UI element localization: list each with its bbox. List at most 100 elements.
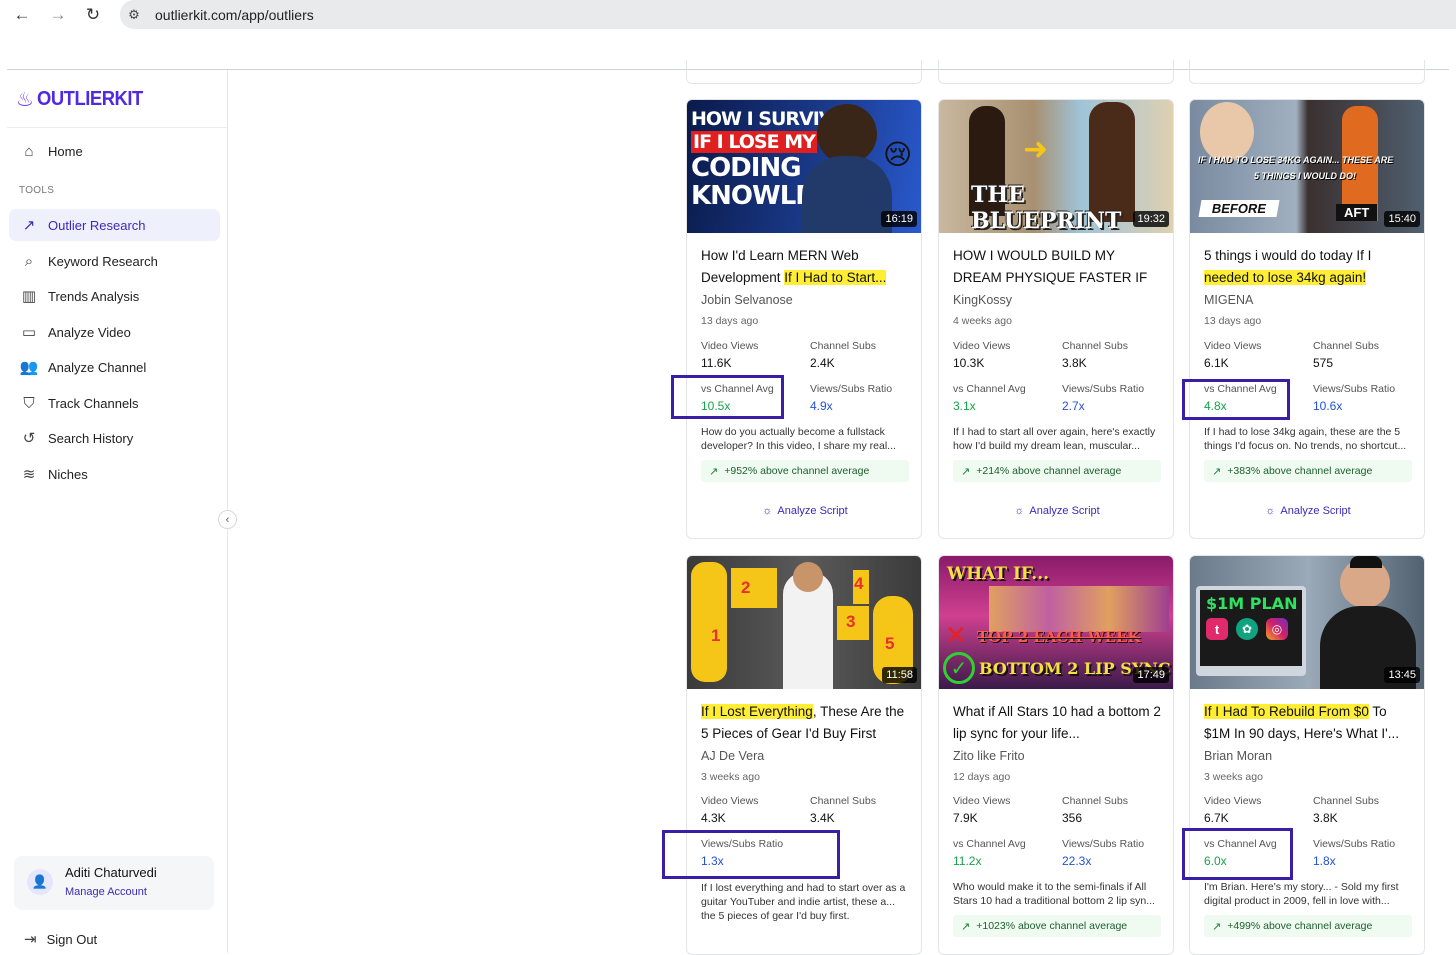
channel-name[interactable]: MIGENA	[1204, 293, 1253, 307]
video-title[interactable]: If I Had To Rebuild From $0 To $1M In 90…	[1204, 701, 1416, 745]
home-icon: ⌂	[24, 142, 34, 160]
trending-icon: ↗	[22, 217, 36, 234]
account-name: Aditi Chaturvedi	[65, 865, 157, 880]
channel-name[interactable]: Zito like Frito	[953, 749, 1025, 763]
sidebar-item-keyword-research[interactable]: ⌕ Keyword Research	[9, 245, 220, 277]
stat-label: Video Views	[953, 795, 1011, 807]
browser-toolbar: ← → ↻ ⚙ outlierkit.com/app/outliers	[0, 0, 1456, 30]
stat-label: Channel Subs	[1313, 340, 1379, 352]
forward-icon[interactable]: →	[47, 4, 69, 26]
sign-out-button[interactable]: ⇥ Sign Out	[24, 930, 97, 948]
video-card[interactable]: 1 2 3 4 5 11:58 If I Lost Everything, Th…	[686, 555, 922, 955]
video-views: 6.1K	[1204, 356, 1229, 370]
url-text[interactable]: outlierkit.com/app/outliers	[155, 7, 314, 23]
stat-label: Channel Subs	[810, 795, 876, 807]
sidebar-item-outlier-research[interactable]: ↗ Outlier Research	[9, 209, 220, 241]
stat-label: Channel Subs	[1313, 795, 1379, 807]
stat-label: Views/Subs Ratio	[1313, 383, 1396, 395]
thumbnail-text: 1	[711, 626, 721, 645]
views-subs-ratio: 4.9x	[810, 399, 833, 413]
sidebar-item-niches[interactable]: ≋ Niches	[9, 458, 220, 490]
video-card[interactable]: ➜ THE BLUEPRINT 19:32 HOW I WOULD BUILD …	[938, 99, 1174, 539]
manage-account-link[interactable]: Manage Account	[65, 886, 147, 898]
video-thumbnail[interactable]: HOW I SURVIVE IF I LOSE MY CODING KNOWLE…	[687, 100, 921, 233]
sidebar-item-search-history[interactable]: ↺ Search History	[9, 422, 220, 454]
annotation-box	[1182, 379, 1290, 420]
guitar-image	[691, 562, 727, 682]
sidebar-item-track-channels[interactable]: ⛉ Track Channels	[9, 387, 220, 419]
address-bar[interactable]: ⚙ outlierkit.com/app/outliers	[120, 0, 1456, 29]
card-previous	[1189, 60, 1425, 84]
account-panel[interactable]: 👤 Aditi Chaturvedi Manage Account	[14, 856, 214, 910]
video-thumbnail[interactable]: $1M PLAN t ✿ ◎ 13:45	[1190, 556, 1424, 689]
publish-date: 3 weeks ago	[1204, 771, 1263, 783]
logo[interactable]: ♨ OUTLIERKIT	[16, 87, 152, 112]
user-icon: 👤	[27, 869, 53, 895]
trending-up-icon: ↗	[709, 465, 719, 478]
channel-name[interactable]: KingKossy	[953, 293, 1012, 307]
stat-label: Video Views	[701, 340, 759, 352]
users-icon: 👥	[19, 359, 39, 376]
trending-up-icon: ↗	[1212, 920, 1222, 933]
sidebar-item-analyze-video[interactable]: ▭ Analyze Video	[9, 316, 220, 348]
thumbnail-text: 2	[741, 578, 751, 597]
video-card[interactable]: $1M PLAN t ✿ ◎ 13:45 If I Had To Rebuild…	[1189, 555, 1425, 955]
video-duration: 13:45	[1384, 667, 1420, 683]
collapse-sidebar-button[interactable]: ‹	[218, 510, 237, 529]
reload-icon[interactable]: ↻	[82, 4, 104, 26]
channel-name[interactable]: Jobin Selvanose	[701, 293, 793, 307]
sidebar-item-label: Keyword Research	[48, 253, 158, 269]
video-thumbnail[interactable]: ➜ THE BLUEPRINT 19:32	[939, 100, 1173, 233]
vs-channel-avg: 3.1x	[953, 399, 976, 413]
back-icon[interactable]: ←	[11, 4, 33, 26]
video-description: Who would make it to the semi-finals if …	[953, 881, 1155, 907]
stat-label: Channel Subs	[810, 340, 876, 352]
video-title[interactable]: 5 things i would do today If I needed to…	[1204, 245, 1416, 289]
analyze-script-button[interactable]: ☼ Analyze Script	[1190, 505, 1424, 517]
channel-subs: 2.4K	[810, 356, 835, 370]
video-views: 6.7K	[1204, 811, 1229, 825]
sidebar-item-label: Trends Analysis	[48, 288, 140, 304]
sidebar-item-home[interactable]: ⌂ Home	[9, 135, 220, 167]
video-thumbnail[interactable]: 1 2 3 4 5 11:58	[687, 556, 921, 689]
stat-label: Channel Subs	[1062, 795, 1128, 807]
video-title[interactable]: HOW I WOULD BUILD MY DREAM PHYSIQUE FAST…	[953, 245, 1165, 289]
video-title[interactable]: If I Lost Everything, These Are the 5 Pi…	[701, 701, 913, 745]
video-views: 10.3K	[953, 356, 985, 370]
bar-chart-icon: ▥	[21, 288, 37, 305]
stat-label: Video Views	[1204, 340, 1262, 352]
video-thumbnail[interactable]: WHAT IF... ✕ TOP 2 EACH WEEK ✓ BOTTOM 2 …	[939, 556, 1173, 689]
above-average-badge: ↗ +214% above channel average	[953, 460, 1161, 482]
video-card[interactable]: IF I HAD TO LOSE 34KG AGAIN... THESE ARE…	[1189, 99, 1425, 539]
sidebar-item-analyze-channel[interactable]: 👥 Analyze Channel	[9, 351, 220, 383]
sidebar-item-label: Track Channels	[48, 395, 139, 411]
above-average-badge: ↗ +952% above channel average	[701, 460, 909, 482]
video-card[interactable]: HOW I SURVIVE IF I LOSE MY CODING KNOWLE…	[686, 99, 922, 539]
video-card[interactable]: WHAT IF... ✕ TOP 2 EACH WEEK ✓ BOTTOM 2 …	[938, 555, 1174, 955]
channel-subs: 356	[1062, 811, 1083, 825]
video-description: If I had to lose 34kg again, these are t…	[1204, 426, 1407, 452]
channel-name[interactable]: AJ De Vera	[701, 749, 764, 763]
video-thumbnail[interactable]: IF I HAD TO LOSE 34KG AGAIN... THESE ARE…	[1190, 100, 1424, 233]
publish-date: 13 days ago	[1204, 315, 1262, 327]
thumbnail-text: 4	[854, 574, 864, 593]
card-previous	[686, 60, 922, 84]
vs-channel-avg: 11.2x	[953, 854, 982, 868]
sidebar-item-trends-analysis[interactable]: ▥ Trends Analysis	[9, 280, 220, 312]
person-image	[1200, 102, 1254, 162]
instagram-icon: ◎	[1266, 618, 1288, 640]
card-previous	[938, 60, 1174, 84]
video-description: If I had to start all over again, here's…	[953, 426, 1156, 452]
cast-image	[989, 586, 1169, 632]
video-title[interactable]: How I'd Learn MERN Web Development If I …	[701, 245, 913, 289]
sidebar-item-label: Home	[48, 143, 83, 159]
site-info-icon[interactable]: ⚙	[120, 0, 148, 29]
video-description: If I lost everything and had to start ov…	[701, 882, 906, 922]
person-image	[817, 104, 877, 164]
analyze-script-button[interactable]: ☼ Analyze Script	[939, 505, 1173, 517]
video-title[interactable]: What if All Stars 10 had a bottom 2 lip …	[953, 701, 1165, 745]
views-subs-ratio: 2.7x	[1062, 399, 1085, 413]
bookmark-icon: ⛉	[23, 394, 35, 412]
analyze-script-button[interactable]: ☼ Analyze Script	[687, 505, 921, 517]
channel-name[interactable]: Brian Moran	[1204, 749, 1272, 763]
